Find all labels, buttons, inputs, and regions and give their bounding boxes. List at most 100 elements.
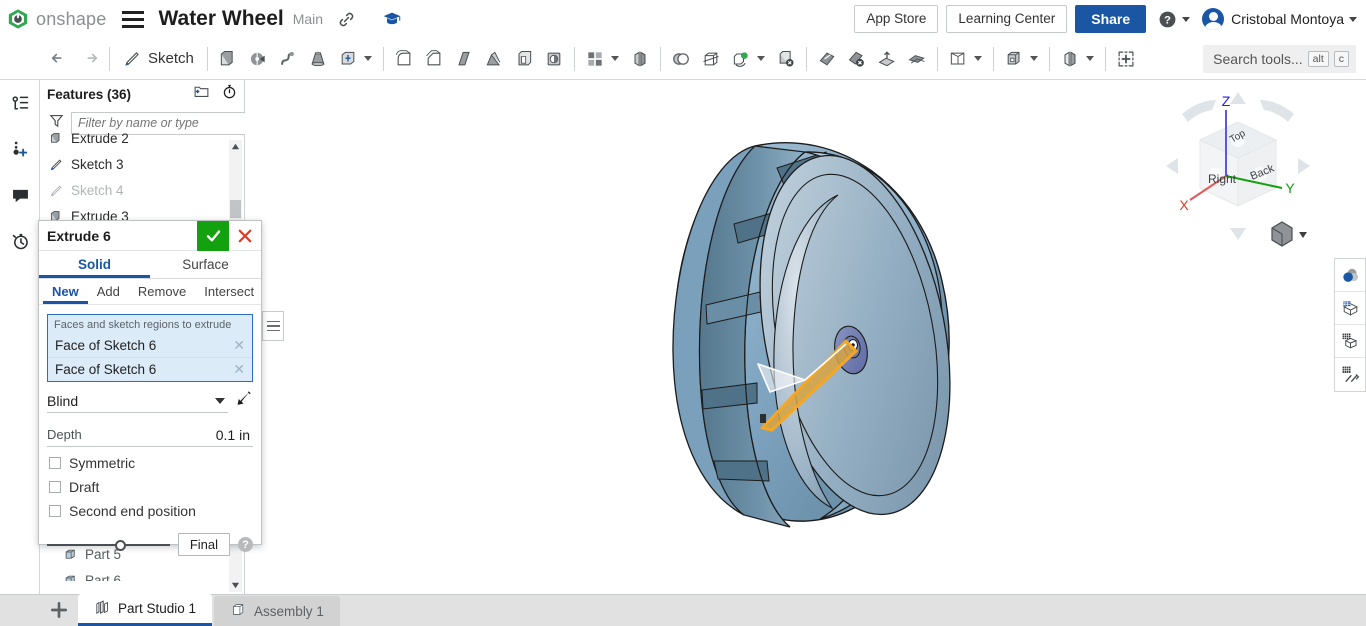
app-store-button[interactable]: App Store <box>854 5 938 33</box>
avatar[interactable] <box>1202 8 1224 30</box>
chamfer-icon[interactable] <box>419 42 449 76</box>
sketch-tools-icon[interactable] <box>1055 42 1085 76</box>
feature-row[interactable]: Extrude 2 <box>40 125 245 151</box>
selection-item[interactable]: Face of Sketch 6 ✕ <box>48 357 252 381</box>
split-icon[interactable] <box>696 42 726 76</box>
share-button[interactable]: Share <box>1075 5 1146 33</box>
feature-row[interactable]: Part 6 <box>40 567 245 581</box>
draft-icon[interactable] <box>479 42 509 76</box>
remove-selection-icon[interactable]: ✕ <box>230 337 248 354</box>
depth-value[interactable]: 0.1 in <box>216 427 253 443</box>
comments-icon[interactable] <box>0 172 40 218</box>
second-end-position-checkbox-row[interactable]: Second end position <box>49 503 253 519</box>
graphics-viewport[interactable]: Z Y X Right Back Top <box>245 80 1334 594</box>
pattern-chevron-down-icon[interactable] <box>611 56 619 61</box>
slider-knob[interactable] <box>115 540 126 551</box>
hamburger-menu-icon[interactable] <box>122 11 144 28</box>
user-menu-chevron-down-icon[interactable] <box>1349 17 1357 22</box>
rib-icon[interactable] <box>449 42 479 76</box>
draft-checkbox-row[interactable]: Draft <box>49 479 253 495</box>
hole-icon[interactable] <box>539 42 569 76</box>
insert-feature-icon[interactable] <box>1111 42 1141 76</box>
preview-quality-slider[interactable] <box>47 538 170 552</box>
flip-direction-icon[interactable] <box>234 389 253 413</box>
undo-icon[interactable] <box>44 42 74 76</box>
onshape-wordmark[interactable]: onshape <box>36 9 106 30</box>
thicken-icon[interactable] <box>333 42 363 76</box>
cube-face-right-label[interactable]: Right <box>1208 172 1237 186</box>
symmetric-checkbox[interactable] <box>49 457 61 469</box>
revolve-icon[interactable] <box>243 42 273 76</box>
section-view-icon[interactable] <box>1335 325 1365 358</box>
dialog-drag-grip[interactable] <box>262 311 284 341</box>
shell-icon[interactable] <box>509 42 539 76</box>
graduation-cap-icon[interactable] <box>382 9 402 29</box>
dialog-cancel-button[interactable] <box>229 221 261 251</box>
version-history-icon[interactable] <box>0 218 40 264</box>
derived-chevron-down-icon[interactable] <box>1030 56 1038 61</box>
dialog-help-icon[interactable]: ? <box>238 537 253 552</box>
transform-icon[interactable] <box>726 42 756 76</box>
measure-icon[interactable] <box>1335 358 1365 391</box>
final-button[interactable]: Final <box>178 533 230 556</box>
document-title[interactable]: Water Wheel <box>158 7 283 31</box>
boolean-icon[interactable] <box>666 42 696 76</box>
selection-list[interactable]: Faces and sketch regions to extrude Face… <box>47 314 253 382</box>
plane-icon[interactable] <box>943 42 973 76</box>
dialog-accept-button[interactable] <box>197 221 229 251</box>
feature-tree-icon[interactable] <box>0 80 40 126</box>
tab-surface[interactable]: Surface <box>150 251 261 278</box>
replace-face-icon[interactable] <box>872 42 902 76</box>
view-cube[interactable]: Z Y X Right Back Top <box>1160 88 1326 258</box>
fillet-icon[interactable] <box>389 42 419 76</box>
pattern-icon[interactable] <box>580 42 610 76</box>
onshape-logo-icon[interactable] <box>7 8 29 30</box>
feature-row[interactable]: Sketch 3 <box>40 151 245 177</box>
plane-chevron-down-icon[interactable] <box>974 56 982 61</box>
tab-remove[interactable]: Remove <box>129 280 195 304</box>
help-menu[interactable]: ? <box>1158 10 1190 29</box>
tab-add[interactable]: Add <box>88 280 129 304</box>
new-folder-icon[interactable] <box>193 83 210 105</box>
tab-intersect[interactable]: Intersect <box>195 280 263 304</box>
scroll-down-arrow-icon[interactable] <box>229 579 242 592</box>
tab-solid[interactable]: Solid <box>39 251 150 278</box>
sweep-icon[interactable] <box>273 42 303 76</box>
redo-icon[interactable] <box>74 42 104 76</box>
remove-selection-icon[interactable]: ✕ <box>230 361 248 378</box>
document-branch-label[interactable]: Main <box>293 11 323 27</box>
symmetric-checkbox-row[interactable]: Symmetric <box>49 455 253 471</box>
loft-icon[interactable] <box>303 42 333 76</box>
search-tools-input[interactable]: Search tools... alt c <box>1203 45 1356 73</box>
depth-field[interactable]: Depth 0.1 in <box>47 423 253 447</box>
render-icon[interactable] <box>1335 292 1365 325</box>
delete-part-icon[interactable] <box>771 42 801 76</box>
feature-row[interactable]: Sketch 4 <box>40 177 245 203</box>
add-instance-icon[interactable] <box>0 126 40 172</box>
rollback-timer-icon[interactable] <box>221 83 238 105</box>
selection-item[interactable]: Face of Sketch 6 ✕ <box>48 333 252 357</box>
tab-assembly-1[interactable]: Assembly 1 <box>214 596 340 626</box>
more-features-chevron-down-icon[interactable] <box>364 56 372 61</box>
view-mode-button[interactable] <box>1272 222 1307 246</box>
derived-part-icon[interactable] <box>999 42 1029 76</box>
user-name-label[interactable]: Cristobal Montoya <box>1231 11 1344 27</box>
extrude-icon[interactable] <box>213 42 243 76</box>
transform-chevron-down-icon[interactable] <box>757 56 765 61</box>
mirror-icon[interactable] <box>625 42 655 76</box>
sketch-tools-chevron-down-icon[interactable] <box>1086 56 1094 61</box>
delete-face-icon[interactable] <box>842 42 872 76</box>
tab-new[interactable]: New <box>43 280 88 304</box>
end-condition-select[interactable]: Blind <box>47 389 228 413</box>
learning-center-button[interactable]: Learning Center <box>946 5 1067 33</box>
second-end-position-checkbox[interactable] <box>49 505 61 517</box>
draft-checkbox[interactable] <box>49 481 61 493</box>
link-icon[interactable] <box>337 10 356 29</box>
scroll-up-arrow-icon[interactable] <box>229 140 242 153</box>
add-tab-button[interactable] <box>40 594 78 626</box>
offset-surface-icon[interactable] <box>902 42 932 76</box>
appearance-icon[interactable] <box>1335 259 1365 292</box>
scrollbar-thumb[interactable] <box>230 200 241 218</box>
tab-part-studio-1[interactable]: Part Studio 1 <box>78 594 212 626</box>
move-face-icon[interactable] <box>812 42 842 76</box>
